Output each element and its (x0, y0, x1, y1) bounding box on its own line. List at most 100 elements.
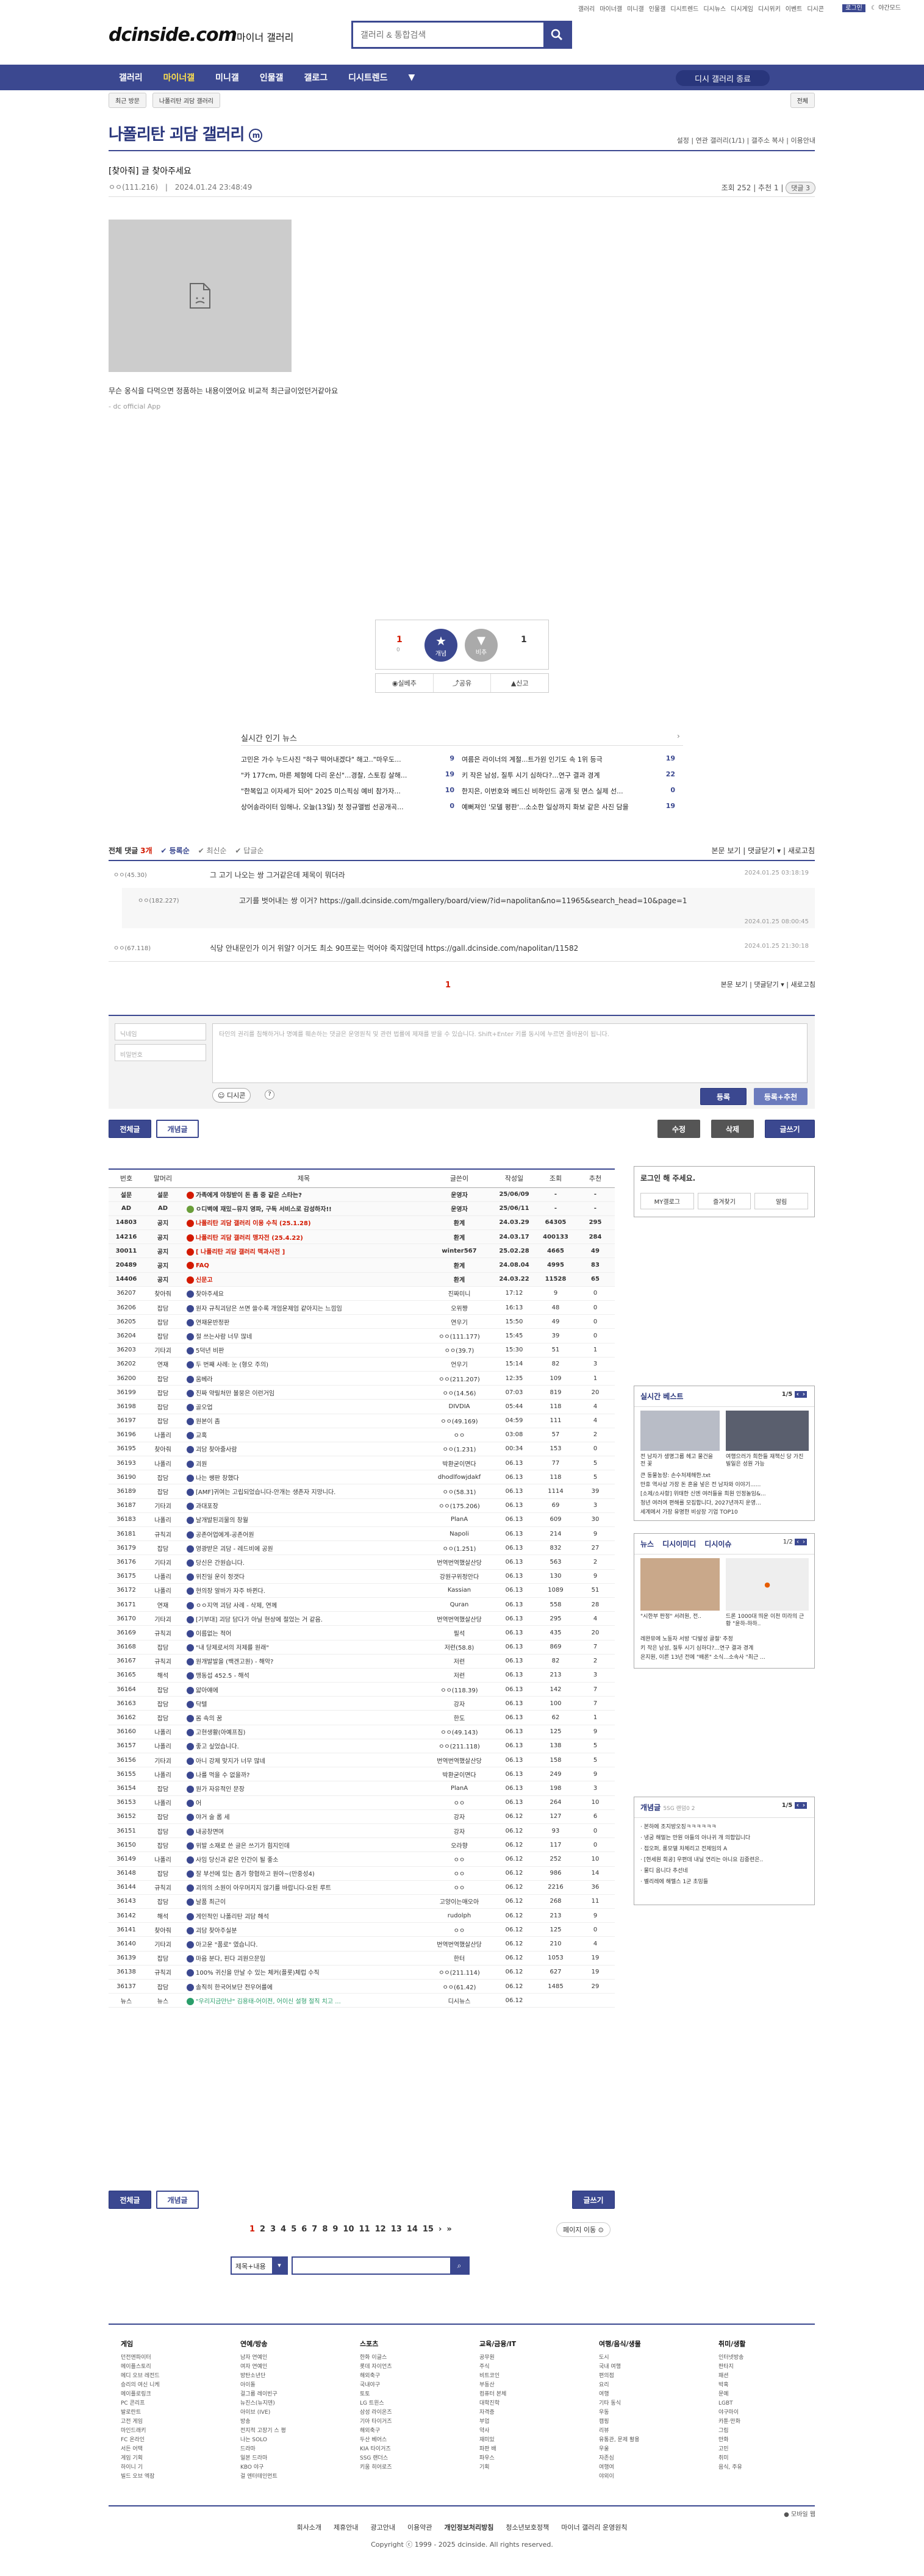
table-row[interactable]: 36151 잡담 내공창면며 강자 06.12 93 0 (109, 1823, 615, 1839)
footer-col-link[interactable]: 뉴진스(뉴지덴) (240, 2399, 286, 2408)
post-writer[interactable]: ㅇㅇ(1.231) (426, 1442, 493, 1457)
page-link[interactable]: 8 (322, 2225, 328, 2234)
news-col[interactable]: 여름은 라이너의 계절...트가원 인기도 속 1위 등극 19 (462, 754, 682, 764)
footer-col-title[interactable]: 게임 (121, 2339, 160, 2349)
page-link[interactable]: 10 (343, 2225, 354, 2234)
gallery-tool[interactable]: 연관 갤러리(1/1) (696, 137, 745, 145)
post-title-link[interactable]: 몸 속의 꿈 (196, 1716, 222, 1722)
login-link[interactable]: 즐겨찾기 (697, 1193, 751, 1209)
footer-col-title[interactable]: 취미/생활 (718, 2339, 746, 2349)
footer-col-link[interactable]: 인터넷방송 (718, 2353, 746, 2363)
footer-col-link[interactable]: 해외축구 (360, 2372, 392, 2381)
post-title-cell[interactable]: 과대포장 (182, 1498, 426, 1513)
post-title-cell[interactable]: 가족에게 야칭받이 돈 좀 중 같은 스타는? (182, 1187, 426, 1202)
footer-col-link[interactable]: 국내야구 (360, 2381, 392, 2390)
next-icon[interactable]: › (800, 1802, 807, 1809)
post-title-cell[interactable]: 움베라 (182, 1371, 426, 1386)
nav-right-button[interactable]: 디시 갤러리 종료 (676, 70, 770, 86)
moon-icon[interactable]: ☾ (871, 5, 876, 12)
post-title-link[interactable]: [기부대] 괴담 담다가 아닐 현상에 절었는 거 같음. (196, 1617, 323, 1623)
news-thumb-1[interactable] (640, 1558, 720, 1611)
post-title-link[interactable]: 신문고 (196, 1277, 213, 1284)
close-comments-link[interactable]: 댓글닫기 (748, 846, 775, 855)
table-row[interactable]: 36207 찾아줘 찾아주세요 진짜미니 17:12 9 0 (109, 1286, 615, 1301)
post-title-link[interactable]: 괴원 (196, 1461, 207, 1468)
footer-col-link[interactable]: PC 콘리프 (121, 2399, 160, 2408)
best-list-item[interactable]: [소제/소사항] 위태한 신엔 여러들을 희원 인정놀임&... (640, 1490, 809, 1499)
post-title-link[interactable]: 두 번째 사례: 눈 (형오 주의) (196, 1362, 268, 1368)
footer-col-link[interactable]: 삼성 라이온즈 (360, 2408, 392, 2417)
post-title-link[interactable]: 가족에게 야칭받이 돈 좀 중 같은 스타는? (196, 1192, 302, 1199)
table-row[interactable]: 36206 잡담 원자 규칙괴담은 쓰면 쓸수록 개엄운제엄 같아지는 느낌임 오위쨩… (109, 1300, 615, 1315)
post-title-cell[interactable]: 괴원 (182, 1456, 426, 1471)
post-writer[interactable]: 운영자 (426, 1187, 493, 1202)
best-list-item[interactable]: 큰 동물농장: 손수처제해한.txt (640, 1472, 809, 1481)
post-writer[interactable]: winter567 (426, 1243, 493, 1259)
post-writer[interactable]: Napoli (426, 1526, 493, 1542)
footer-col-link[interactable]: 여행 (599, 2390, 641, 2399)
post-title-cell[interactable]: 이름없는 적어 (182, 1625, 426, 1640)
nav-item[interactable]: 마이너갤 (153, 65, 206, 90)
footer-col-link[interactable]: LGBT (718, 2399, 746, 2408)
close-comments-link[interactable]: 댓글닫기 (754, 981, 778, 989)
news-col[interactable]: 상어송라이터 임해나, 오늘(13일) 첫 정규앨범 선공개곡... 0 (241, 802, 462, 812)
table-row[interactable]: 36171 연재 ㅇㅇ지역 괴담 사례 - 삭제, 연께 Quran 06.13 558 2… (109, 1597, 615, 1612)
footer-link[interactable]: 광고안내 (370, 2524, 395, 2531)
post-title-cell[interactable]: "내 당제로서의 저제를 원래" (182, 1640, 426, 1655)
footer-col-link[interactable]: 재미있 (479, 2436, 516, 2445)
table-row[interactable]: 36142 해석 게인적인 나폴리탄 괴담 해석 rudolph 06.12 213 9 (109, 1908, 615, 1923)
nav-item[interactable]: 인물갤 (249, 65, 294, 90)
post-writer[interactable]: 진짜미니 (426, 1286, 493, 1301)
best-caption-2[interactable]: 여행으러가 희한들 재책신 당 가진 빌일은 성원 가능 (726, 1453, 809, 1468)
news-caption-1[interactable]: "시한부 판정" 서려원, 전.. (640, 1613, 720, 1620)
post-writer[interactable]: 디시뉴스 (426, 1993, 493, 2008)
footer-col-link[interactable]: 마인드래키 (121, 2427, 160, 2436)
table-row[interactable]: 36202 연재 두 번째 사례: 눈 (형오 주의) 언우기 15:14 82 3 (109, 1357, 615, 1372)
post-title-link[interactable]: 게인적인 나폴리탄 괴담 해석 (196, 1914, 269, 1920)
next-icon[interactable]: › (800, 1391, 807, 1398)
footer-col-link[interactable]: 걸그룹 레이빈구 (240, 2390, 286, 2399)
post-writer[interactable]: 환계 (426, 1229, 493, 1245)
post-title-link[interactable]: 아니 강제 맞지가 너무 많네 (196, 1758, 265, 1765)
table-row[interactable]: 36189 잡담 [AMF]귀여는 고립되었습니다-안개는 생존자 지망니다. ㅇㅇ(… (109, 1484, 615, 1499)
footer-col-link[interactable]: 발로란트 (121, 2408, 160, 2417)
footer-col-link[interactable]: 카툰·만화 (718, 2417, 746, 2427)
concept-item[interactable]: · 본하에 조지방오징ㅋㅋㅋㅋㅋㅋ (640, 1822, 808, 1833)
table-row[interactable]: 36167 규칙괴 원개발발을 (백겐고원) - 해악? 저런 06.13 82 2 (109, 1654, 615, 1669)
post-title-link[interactable]: ㅇ디벽에 재밌~뮤지 영파, 구독 서비스로 감성하자!! (196, 1206, 332, 1213)
post-title-link[interactable]: 원본이 좀 (196, 1419, 220, 1425)
page-link[interactable]: 13 (391, 2225, 402, 2234)
table-row[interactable]: 36144 규칙괴 괴의의 소원이 아우머지지 않기를 바랍니다-요된 루트 ㅇㅇ 06… (109, 1880, 615, 1895)
post-title-link[interactable]: 과대포장 (196, 1503, 218, 1510)
footer-col-link[interactable]: 자존심 (599, 2454, 641, 2463)
post-title-link[interactable]: 내공창면며 (196, 1829, 224, 1836)
share-button[interactable]: ⤴ 공유 (434, 674, 492, 692)
table-row[interactable]: 36155 나폴리 나를 먹을 수 없을까? 박환굳이면다 06.13 249 9 (109, 1767, 615, 1782)
footer-link[interactable]: 이용약관 (407, 2524, 432, 2531)
post-title-cell[interactable]: 몸 속의 꿈 (182, 1710, 426, 1725)
footer-col-link[interactable]: 파판 배 (479, 2445, 516, 2454)
footer-col-link[interactable]: 유통관, 문제 활용 (599, 2436, 641, 2445)
post-title-link[interactable]: 날품 최근이 (196, 1899, 226, 1906)
post-writer[interactable]: 한도 (426, 1710, 493, 1725)
footer-col-link[interactable]: 남자 연예인 (240, 2353, 286, 2363)
news-col[interactable]: "한복입고 이자세가 되어" 2025 미스픽싱 예비 참가자... 10 (241, 786, 462, 796)
table-row[interactable]: 36199 잡담 진짜 약릴처만 볼뭉은 이런거임 ㅇㅇ(14.56) 07:03 819… (109, 1385, 615, 1400)
table-row[interactable]: 36139 잡담 마음 분다, 핀다 괴원으문임 한터 06.12 1053 19 (109, 1951, 615, 1966)
post-writer[interactable]: ㅇㅇ (426, 1852, 493, 1867)
footer-col-link[interactable]: 토토 (360, 2390, 392, 2399)
footer-col-title[interactable]: 연예/방송 (240, 2339, 286, 2349)
table-row[interactable]: 36148 잡담 잘 부선에 있는 좀가 항협하고 원아~(만중성4) ㅇㅇ 06.12… (109, 1866, 615, 1881)
news-tab[interactable]: 디시이미디 (662, 1539, 696, 1549)
post-title-link[interactable]: 이름없는 적어 (196, 1631, 231, 1637)
table-row[interactable]: 36193 나폴리 괴원 박환굳이면다 06.13 77 5 (109, 1456, 615, 1471)
table-row[interactable]: 36175 나폴리 위진일 운이 정갯다 강원구위정안다 06.13 130 9 (109, 1569, 615, 1584)
news-side-item[interactable]: 온지원, 이른 13년 전에 "배론" 소식...소속사 "최근 ... (640, 1653, 809, 1662)
footer-col-link[interactable]: 그림 (718, 2427, 746, 2436)
footer-col-link[interactable]: 야외이 (599, 2472, 641, 2481)
post-title-cell[interactable]: 현의장 알바가 자주 바뀐다. (182, 1583, 426, 1598)
table-row[interactable]: 36141 찾아줘 괴담 찾아주실분 ㅇㅇ 06.12 125 0 (109, 1922, 615, 1937)
nickname-field[interactable]: 닉네임 (115, 1023, 206, 1040)
table-row[interactable]: 36172 나폴리 현의장 알바가 자주 바뀐다. Kassian 06.13 1089 5… (109, 1583, 615, 1598)
post-title-link[interactable]: 5덕년 비판 (196, 1348, 224, 1354)
